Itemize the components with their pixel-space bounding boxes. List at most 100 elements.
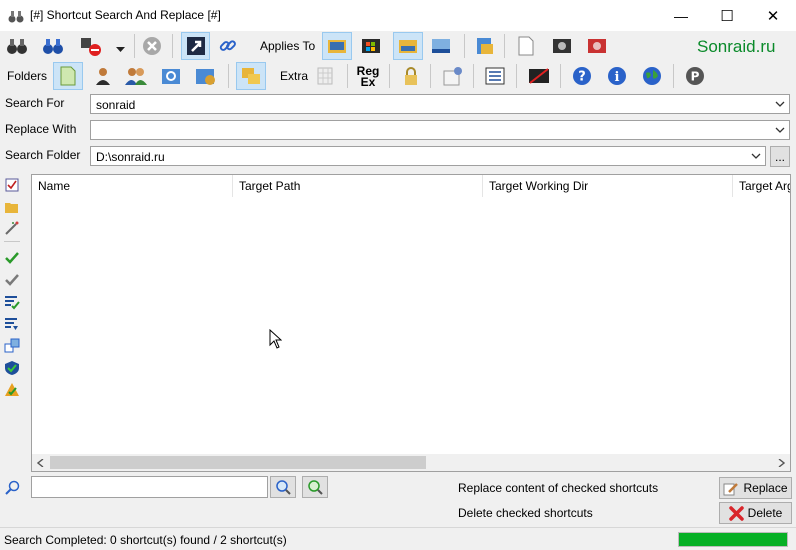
- red-x-icon: [728, 505, 744, 521]
- wand-icon: [5, 221, 19, 235]
- column-header-working-dir[interactable]: Target Working Dir: [483, 175, 733, 197]
- details-view-button[interactable]: [482, 63, 508, 89]
- verify-button[interactable]: [3, 359, 21, 377]
- hide-console-button[interactable]: [526, 63, 552, 89]
- donate-button[interactable]: P: [682, 63, 708, 89]
- replace-description: Replace content of checked shortcuts: [458, 481, 659, 495]
- scroll-left-icon[interactable]: [37, 459, 44, 467]
- applies-all-users-button[interactable]: [472, 33, 498, 59]
- chevron-down-icon: [751, 153, 761, 159]
- folder-desktop-button[interactable]: [53, 62, 83, 90]
- replace-button-label: Replace: [743, 481, 788, 495]
- filter-input[interactable]: [31, 476, 268, 498]
- squares-icon: [4, 338, 20, 353]
- search-folder-combobox[interactable]: D:\sonraid.ru: [90, 146, 766, 166]
- toolbar-separator: [504, 34, 505, 58]
- search-for-label: Search For: [5, 96, 65, 110]
- delete-description: Delete checked shortcuts: [458, 506, 593, 520]
- close-button[interactable]: ✕: [750, 0, 796, 31]
- folder-all-users-button[interactable]: [123, 63, 149, 89]
- document-icon: [518, 36, 534, 56]
- column-header-target-path[interactable]: Target Path: [233, 175, 483, 197]
- folder-user-button[interactable]: [90, 63, 116, 89]
- applies-pinned-button[interactable]: [549, 33, 575, 59]
- search-binoculars-button[interactable]: [4, 33, 30, 59]
- applies-document-button[interactable]: [513, 33, 539, 59]
- brand-watermark: Sonraid.ru: [697, 37, 776, 56]
- minimize-button[interactable]: —: [658, 0, 704, 31]
- applies-desktop-button[interactable]: [322, 32, 352, 60]
- progress-fill: [679, 533, 787, 546]
- folder-refresh-icon: [162, 69, 180, 84]
- shortcut-mode-button[interactable]: [181, 32, 210, 60]
- shortcut-list[interactable]: Name Target Path Target Working Dir Targ…: [31, 174, 791, 472]
- svg-text:P: P: [691, 70, 700, 84]
- replace-button[interactable]: Replace: [719, 477, 792, 499]
- column-header-name[interactable]: Name: [32, 175, 233, 197]
- browse-folder-button[interactable]: ...: [770, 146, 790, 167]
- folder-network-button[interactable]: [193, 63, 219, 89]
- filter-check-button[interactable]: [3, 293, 21, 311]
- select-range-button[interactable]: [3, 337, 21, 355]
- include-subfolders-button[interactable]: [236, 62, 266, 90]
- find-next-button[interactable]: [302, 476, 328, 498]
- folder-refresh-button[interactable]: [158, 63, 184, 89]
- help-button[interactable]: ?: [569, 63, 595, 89]
- magic-wand-button[interactable]: [3, 219, 21, 237]
- cancel-button[interactable]: [139, 33, 165, 59]
- uncheck-selected-button[interactable]: [3, 271, 21, 289]
- delete-button[interactable]: Delete: [719, 502, 792, 524]
- globe-icon: [643, 67, 661, 85]
- toolbar-separator: [228, 64, 229, 88]
- open-folder-button[interactable]: [3, 198, 21, 216]
- toolbar-separator: [347, 64, 348, 88]
- lock-icon: [405, 67, 417, 85]
- filter-uncheck-button[interactable]: [3, 315, 21, 333]
- svg-text:i: i: [615, 70, 620, 85]
- check-selected-button[interactable]: [3, 249, 21, 267]
- date-filter-button[interactable]: [440, 63, 466, 89]
- cancel-circle-icon: [143, 37, 161, 55]
- applies-start-menu-button[interactable]: [358, 33, 384, 59]
- lock-button[interactable]: [398, 63, 424, 89]
- stop-search-button[interactable]: [78, 33, 104, 59]
- warning-check-button[interactable]: [3, 381, 21, 399]
- applies-taskbar-button[interactable]: [428, 33, 454, 59]
- horizontal-scrollbar[interactable]: [32, 454, 790, 471]
- toolbar-separator: [560, 64, 561, 88]
- toolbar-separator: [430, 64, 431, 88]
- search-for-value: sonraid: [96, 98, 136, 112]
- status-bar: Search Completed: 0 shortcut(s) found / …: [0, 527, 796, 550]
- chain-link-icon: [219, 40, 236, 51]
- applies-quick-launch-button[interactable]: [393, 32, 423, 60]
- search-for-combobox[interactable]: sonraid: [90, 94, 790, 114]
- scroll-right-icon[interactable]: [778, 459, 785, 467]
- link-mode-button[interactable]: [215, 33, 241, 59]
- maximize-button[interactable]: ☐: [704, 0, 750, 31]
- replace-with-combobox[interactable]: [90, 120, 790, 140]
- column-header-target-args[interactable]: Target Arg: [733, 175, 790, 197]
- scrollbar-thumb[interactable]: [50, 456, 426, 469]
- info-button[interactable]: i: [604, 63, 630, 89]
- green-check-icon: [5, 252, 19, 264]
- search-blue-binoculars-button[interactable]: [40, 33, 66, 59]
- subfolders-icon: [242, 68, 260, 84]
- window-title: [#] Shortcut Search And Replace [#]: [30, 8, 221, 22]
- regex-toggle-button[interactable]: Reg Ex: [352, 62, 384, 92]
- paypal-icon: P: [686, 67, 704, 85]
- minimize-icon: —: [674, 7, 688, 24]
- toolbar-separator: [516, 64, 517, 88]
- website-button[interactable]: [639, 63, 665, 89]
- magnifier-icon: [276, 480, 291, 495]
- mouse-cursor: [269, 329, 282, 349]
- find-prev-button[interactable]: [270, 476, 296, 498]
- extra-label: Extra: [280, 69, 309, 83]
- binoculars-app-icon: [8, 11, 24, 23]
- quick-launch-icon: [399, 40, 417, 53]
- extra-grid-button[interactable]: [312, 63, 338, 89]
- check-all-button[interactable]: [3, 176, 21, 194]
- applies-red-button[interactable]: [584, 33, 610, 59]
- dropdown-arrow[interactable]: [116, 42, 125, 56]
- info-icon: i: [608, 67, 626, 85]
- list-filter-icon: [5, 318, 18, 330]
